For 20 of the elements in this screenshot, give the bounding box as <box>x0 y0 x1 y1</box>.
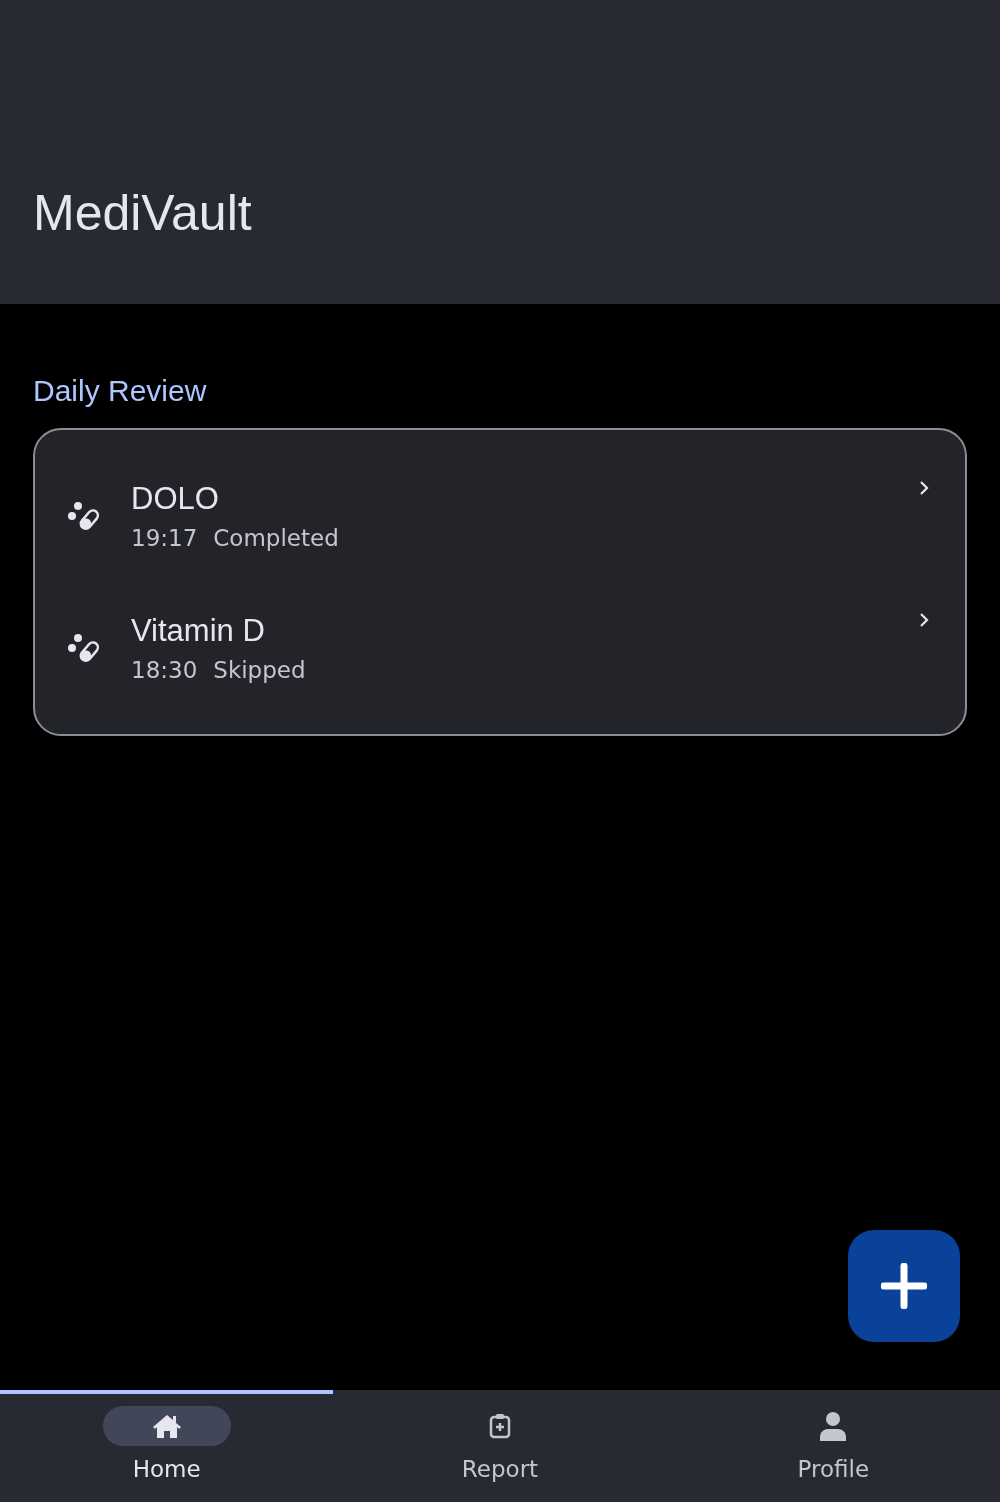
clipboard-icon <box>489 1413 511 1439</box>
nav-tab[interactable]: Profile <box>666 1390 1000 1502</box>
section-title: Daily Review <box>33 374 207 408</box>
person-icon <box>819 1411 848 1441</box>
medication-item[interactable]: DOLO 19:17 Completed <box>35 450 965 582</box>
pills-icon <box>67 632 101 664</box>
dose-time: 19:17 <box>131 525 198 551</box>
app-title: MediVault <box>33 184 252 242</box>
medication-name: Vitamin D <box>131 613 265 649</box>
home-icon <box>151 1413 182 1439</box>
nav-tab[interactable]: Home <box>0 1390 334 1502</box>
dose-time: 18:30 <box>131 657 198 683</box>
medication-name: DOLO <box>131 481 219 517</box>
nav-tab[interactable]: Report <box>333 1390 667 1502</box>
dose-status: Completed <box>213 525 339 551</box>
dose-status: Skipped <box>213 657 306 683</box>
pills-icon <box>67 500 101 532</box>
add-button[interactable] <box>848 1230 960 1342</box>
medication-item[interactable]: Vitamin D 18:30 Skipped <box>35 582 965 714</box>
plus-icon <box>881 1263 927 1309</box>
